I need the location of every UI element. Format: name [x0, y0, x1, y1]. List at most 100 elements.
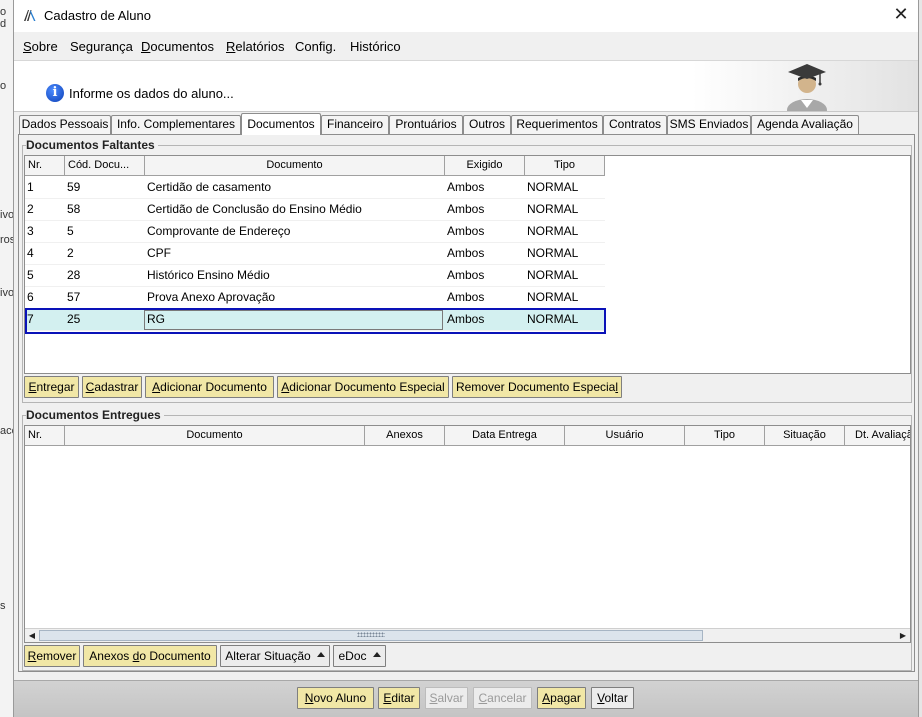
col-anexos[interactable]: Anexos	[365, 426, 445, 446]
cell-documento: CPF	[147, 246, 171, 260]
cell-tipo: NORMAL	[527, 246, 579, 260]
tab-requerimentos[interactable]: Requerimentos	[511, 115, 603, 134]
bg-fragment: ivo	[0, 287, 15, 299]
tab-prontuarios[interactable]: Prontuários	[389, 115, 463, 134]
cell-documento: Prova Anexo Aprovação	[147, 290, 276, 304]
col-cod[interactable]: Cód. Docu...	[65, 156, 145, 176]
tab-strip: Dados Pessoais Info. Complementares Docu…	[14, 113, 918, 135]
salvar-button[interactable]: Salvar	[425, 687, 468, 709]
col-usuario[interactable]: Usuário	[565, 426, 685, 446]
bg-fragment: s	[0, 600, 6, 612]
cell-tipo: NORMAL	[527, 224, 579, 238]
cell-nr: 6	[27, 290, 34, 304]
col-documento[interactable]: Documento	[145, 156, 445, 176]
cell-exigido: Ambos	[447, 246, 485, 260]
cell-exigido: Ambos	[447, 312, 485, 326]
menu-historico[interactable]: Histórico	[350, 39, 401, 54]
menu-seguranca[interactable]: Segurança	[70, 39, 133, 54]
horizontal-scrollbar[interactable]: ◀ ▶	[25, 628, 910, 642]
cancelar-button[interactable]: Cancelar	[473, 687, 532, 709]
novo-aluno-button[interactable]: Novo Aluno	[297, 687, 374, 709]
edoc-dropdown[interactable]: eDoc	[333, 645, 386, 667]
table-row[interactable]: 3 5 Comprovante de Endereço Ambos NORMAL	[25, 221, 605, 243]
cell-exigido: Ambos	[447, 224, 485, 238]
info-text: Informe os dados do aluno...	[69, 86, 234, 101]
cell-nr: 2	[27, 202, 34, 216]
col-tipo[interactable]: Tipo	[525, 156, 605, 176]
entregues-title: Documentos Entregues	[26, 408, 164, 422]
cell-cod: 2	[67, 246, 74, 260]
scroll-right-icon[interactable]: ▶	[896, 629, 910, 642]
col-situacao[interactable]: Situação	[765, 426, 845, 446]
col-dt-avaliacao[interactable]: Dt. Avaliaçã	[845, 426, 910, 446]
close-icon[interactable]: ✕	[892, 5, 910, 23]
graduate-avatar-icon	[787, 64, 827, 111]
cell-cod: 25	[67, 312, 81, 326]
tab-contratos[interactable]: Contratos	[603, 115, 667, 134]
tab-sms-enviados[interactable]: SMS Enviados	[667, 115, 751, 134]
cell-nr: 3	[27, 224, 34, 238]
cell-tipo: NORMAL	[527, 202, 579, 216]
tab-agenda-avaliacao[interactable]: Agenda Avaliação	[751, 115, 859, 134]
info-icon: i	[46, 84, 64, 102]
table-row-selected[interactable]: 7 25 RG Ambos NORMAL	[25, 309, 605, 331]
col-nr[interactable]: Nr.	[25, 156, 65, 176]
cell-exigido: Ambos	[447, 202, 485, 216]
col-data-entrega[interactable]: Data Entrega	[445, 426, 565, 446]
cell-cod: 28	[67, 268, 81, 282]
menu-config[interactable]: Config.	[295, 39, 336, 54]
tab-info-complementares[interactable]: Info. Complementares	[111, 115, 241, 134]
table-row[interactable]: 2 58 Certidão de Conclusão do Ensino Méd…	[25, 199, 605, 221]
footer-bar: Novo Aluno Editar Salvar Cancelar Apagar…	[14, 680, 918, 717]
documentos-panel: Documentos Faltantes Nr. Cód. Docu... Do…	[18, 134, 915, 672]
background-window-edge: o d o ivo ros ivo acc s	[0, 0, 17, 717]
cell-tipo: NORMAL	[527, 312, 579, 326]
table-row[interactable]: 1 59 Certidão de casamento Ambos NORMAL	[25, 177, 605, 199]
cadastro-aluno-window: Cadastro de Aluno ✕ Sobre Segurança Docu…	[13, 0, 919, 717]
faltantes-title: Documentos Faltantes	[26, 138, 158, 152]
col-documento[interactable]: Documento	[65, 426, 365, 446]
voltar-button[interactable]: Voltar	[591, 687, 634, 709]
anexos-documento-button[interactable]: Anexos do Documento	[83, 645, 217, 667]
col-tipo[interactable]: Tipo	[685, 426, 765, 446]
info-bar: i Informe os dados do aluno...	[14, 60, 918, 112]
cell-exigido: Ambos	[447, 290, 485, 304]
entregar-button[interactable]: Entregar	[24, 376, 79, 398]
cell-nr: 5	[27, 268, 34, 282]
app-logo-icon	[24, 10, 36, 21]
table-row[interactable]: 6 57 Prova Anexo Aprovação Ambos NORMAL	[25, 287, 605, 309]
tab-outros[interactable]: Outros	[463, 115, 511, 134]
alterar-situacao-dropdown[interactable]: Alterar Situação	[220, 645, 330, 667]
faltantes-table[interactable]: Nr. Cód. Docu... Documento Exigido Tipo …	[24, 155, 911, 374]
menu-relatorios[interactable]: Relatórios	[226, 39, 285, 54]
editar-button[interactable]: Editar	[378, 687, 420, 709]
bg-fragment: ivo	[0, 209, 15, 221]
cell-cod: 5	[67, 224, 74, 238]
cell-documento: Certidão de Conclusão do Ensino Médio	[147, 202, 362, 216]
cell-tipo: NORMAL	[527, 290, 579, 304]
tab-financeiro[interactable]: Financeiro	[321, 115, 389, 134]
col-exigido[interactable]: Exigido	[445, 156, 525, 176]
entregues-table[interactable]: Nr. Documento Anexos Data Entrega Usuári…	[24, 425, 911, 643]
cell-cod: 59	[67, 180, 81, 194]
tab-documentos[interactable]: Documentos	[241, 113, 321, 135]
menu-documentos[interactable]: Documentos	[141, 39, 214, 54]
adicionar-documento-especial-button[interactable]: Adicionar Documento Especial	[277, 376, 449, 398]
apagar-button[interactable]: Apagar	[537, 687, 586, 709]
scroll-left-icon[interactable]: ◀	[25, 629, 39, 642]
adicionar-documento-button[interactable]: Adicionar Documento	[145, 376, 274, 398]
col-nr[interactable]: Nr.	[25, 426, 65, 446]
window-title: Cadastro de Aluno	[44, 8, 151, 23]
table-row[interactable]: 4 2 CPF Ambos NORMAL	[25, 243, 605, 265]
tab-dados-pessoais[interactable]: Dados Pessoais	[19, 115, 111, 134]
caret-up-icon	[372, 652, 381, 658]
cell-tipo: NORMAL	[527, 268, 579, 282]
cell-documento: Certidão de casamento	[147, 180, 272, 194]
cell-nr: 4	[27, 246, 34, 260]
table-row[interactable]: 5 28 Histórico Ensino Médio Ambos NORMAL	[25, 265, 605, 287]
cadastrar-button[interactable]: Cadastrar	[82, 376, 142, 398]
remover-button[interactable]: Remover	[24, 645, 80, 667]
menu-sobre[interactable]: Sobre	[23, 39, 58, 54]
remover-documento-especial-button[interactable]: Remover Documento Especial	[452, 376, 622, 398]
cell-cod: 58	[67, 202, 81, 216]
